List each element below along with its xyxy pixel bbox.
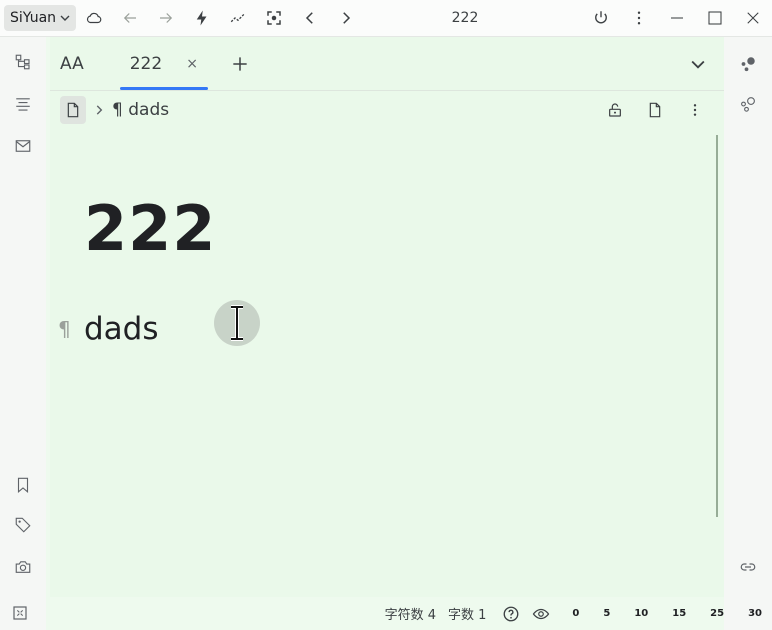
word-count: 字数 1 <box>447 608 487 623</box>
arrow-left-icon <box>123 13 137 23</box>
focus-button[interactable] <box>256 0 292 36</box>
lightning-icon <box>196 10 207 26</box>
cloud-icon <box>87 12 102 24</box>
tab-list-button[interactable] <box>684 50 712 78</box>
tag-icon <box>15 517 31 533</box>
unlock-icon <box>609 103 621 117</box>
mail-icon <box>15 140 31 152</box>
tab-label: AA <box>60 53 84 74</box>
char-count: 字符数 4 <box>384 608 436 623</box>
trend-icon <box>230 13 245 23</box>
title-bar: SiYuan 222 <box>0 0 772 37</box>
maximize-icon <box>708 11 722 25</box>
tab-aa[interactable]: AA <box>50 37 94 90</box>
more-menu-button[interactable] <box>620 0 658 36</box>
link-icon <box>740 563 756 571</box>
doc-info-button[interactable] <box>640 96 670 124</box>
editor-scrollbar[interactable] <box>716 135 718 517</box>
more-vertical-icon <box>693 104 697 116</box>
document-icon <box>649 102 661 118</box>
global-graph-button[interactable] <box>724 88 772 120</box>
tag-button[interactable] <box>0 509 46 541</box>
assets-button[interactable] <box>0 551 46 583</box>
close-window-button[interactable] <box>734 0 772 36</box>
outline-button[interactable] <box>0 88 46 120</box>
document-title[interactable]: 222 <box>84 192 216 265</box>
chevron-down-icon <box>60 15 70 21</box>
window-title: 222 <box>451 10 479 26</box>
bookmark-icon <box>17 477 29 493</box>
tab-label: 222 <box>129 53 163 74</box>
breadcrumb-label: dads <box>128 100 170 120</box>
graph-button[interactable] <box>220 0 256 36</box>
camera-icon <box>15 561 31 573</box>
file-tree-button[interactable] <box>0 46 46 78</box>
readonly-toggle-button[interactable] <box>600 96 630 124</box>
plus-icon <box>233 56 247 71</box>
tab-222[interactable]: 222 × <box>119 37 209 90</box>
arrow-right-icon <box>160 13 173 23</box>
zoom-level-5[interactable]: 5 <box>603 608 610 619</box>
sync-cloud-button[interactable] <box>76 0 112 36</box>
tab-bar: AA 222 × <box>50 37 724 91</box>
breadcrumb-toolbar <box>600 96 710 124</box>
breadcrumb: ¶ dads <box>60 96 169 124</box>
power-icon <box>595 11 607 24</box>
new-tab-button[interactable] <box>226 50 254 78</box>
zoom-level-25[interactable]: 25 <box>710 608 724 619</box>
eye-icon <box>533 608 550 619</box>
paragraph-mark-icon[interactable]: ¶ <box>58 317 71 341</box>
file-tree-icon <box>15 54 30 70</box>
paragraph-mark-icon: ¶ <box>112 100 123 120</box>
dock-toggle-icon <box>13 606 27 620</box>
more-vertical-icon <box>637 11 641 25</box>
power-button[interactable] <box>582 0 620 36</box>
graph-nodes-icon <box>741 57 755 72</box>
left-dock <box>0 37 46 630</box>
right-dock <box>724 37 772 630</box>
zoom-level-0[interactable]: 0 <box>572 608 579 619</box>
inbox-button[interactable] <box>0 130 46 162</box>
mouse-cursor-highlight <box>214 300 260 346</box>
chevron-left-icon <box>305 12 313 24</box>
status-bar: 字符数 4 字数 1 0 5 10 15 25 30 <box>0 597 772 630</box>
minimize-icon <box>671 17 683 19</box>
editor-panel: AA 222 × ¶ dads 222 ¶ dads <box>50 37 724 597</box>
zoom-level-30[interactable]: 30 <box>748 608 762 619</box>
workspace-menu-button[interactable]: SiYuan <box>4 5 77 31</box>
workspace-name: SiYuan <box>10 10 57 26</box>
previous-button[interactable] <box>292 0 328 36</box>
minimize-button[interactable] <box>658 0 696 36</box>
view-mode-button[interactable] <box>532 605 550 623</box>
graph-view-button[interactable] <box>724 48 772 80</box>
forward-button[interactable] <box>148 0 184 36</box>
paragraph-block[interactable]: dads <box>84 311 159 347</box>
bookmark-button[interactable] <box>0 469 46 501</box>
doc-more-button[interactable] <box>680 96 710 124</box>
backlinks-button[interactable] <box>724 551 772 583</box>
graph-outline-icon <box>741 97 755 112</box>
back-button[interactable] <box>112 0 148 36</box>
command-button[interactable] <box>184 0 220 36</box>
breadcrumb-item[interactable]: ¶ dads <box>112 100 169 120</box>
chevron-down-icon <box>691 60 705 69</box>
help-button[interactable] <box>502 605 520 623</box>
zoom-level-10[interactable]: 10 <box>634 608 648 619</box>
zoom-level-15[interactable]: 15 <box>672 608 686 619</box>
chevron-right-icon <box>343 12 351 24</box>
text-cursor-icon <box>231 305 243 341</box>
next-button[interactable] <box>328 0 364 36</box>
focus-icon <box>267 11 281 25</box>
document-icon <box>67 102 79 118</box>
close-icon <box>747 12 759 24</box>
breadcrumb-doc-button[interactable] <box>60 96 86 124</box>
outline-icon <box>16 98 30 111</box>
dock-toggle-button[interactable] <box>12 605 28 621</box>
maximize-button[interactable] <box>696 0 734 36</box>
chevron-right-icon <box>92 103 106 117</box>
tab-close-button[interactable]: × <box>186 56 198 72</box>
help-icon <box>503 606 519 621</box>
